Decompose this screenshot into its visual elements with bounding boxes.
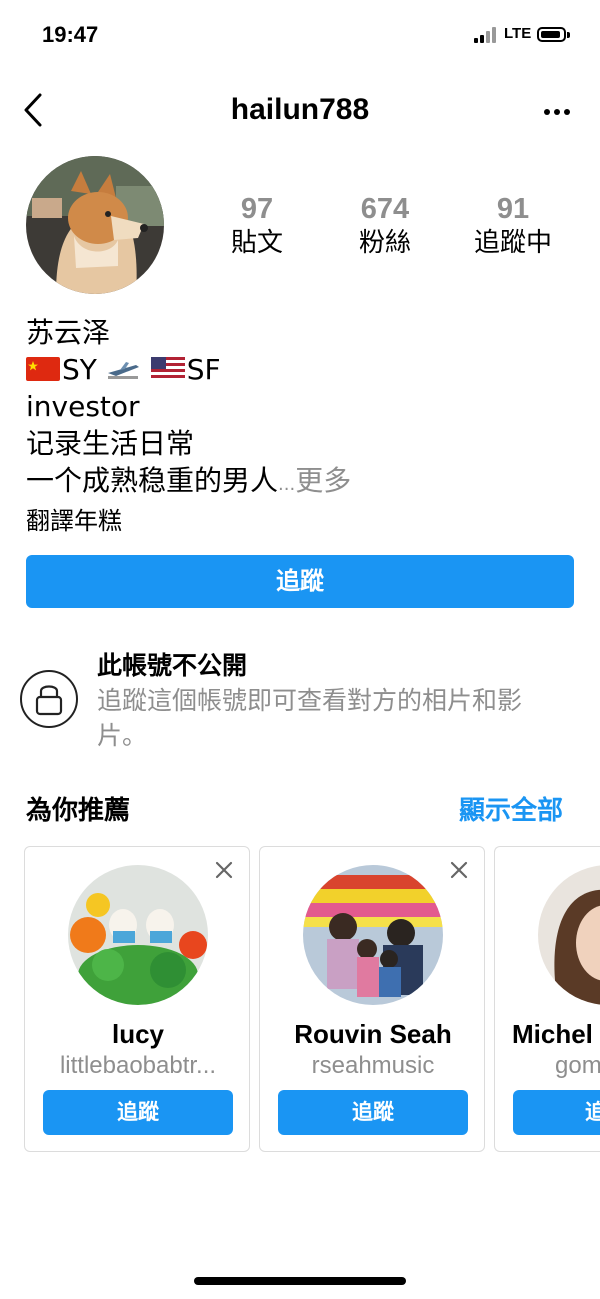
display-name: 苏云泽 xyxy=(26,316,111,349)
suggestion-handle: gom xyxy=(555,1052,600,1079)
usa-flag-icon xyxy=(150,357,185,381)
back-button[interactable] xyxy=(20,90,50,130)
page-title: hailun788 xyxy=(230,93,370,126)
suggestions-title: 為你推薦 xyxy=(26,796,131,826)
home-indicator[interactable] xyxy=(194,1277,406,1285)
bio-ellipsis: ... xyxy=(278,474,296,495)
bio-line-1: 记录生活日常 xyxy=(26,427,195,460)
dismiss-button[interactable] xyxy=(448,859,470,881)
suggestion-handle: littlebaobabtr... xyxy=(59,1052,217,1079)
back-chevron-icon xyxy=(24,93,42,127)
suggestion-name: lucy xyxy=(111,1019,165,1049)
suggestion-avatar xyxy=(68,865,208,1005)
translate-link[interactable]: 翻譯年糕 xyxy=(26,503,586,540)
close-icon xyxy=(450,861,468,879)
battery-icon xyxy=(537,27,566,42)
suggestion-avatar xyxy=(538,865,600,1005)
suggestion-card[interactable]: Michel gom 追 xyxy=(494,846,600,1152)
route-to: SF xyxy=(186,353,221,386)
status-time: 19:47 xyxy=(42,22,99,47)
posts-count: 97 xyxy=(240,193,274,225)
suggestion-avatar xyxy=(303,865,443,1005)
status-bar: 19:47 LTE xyxy=(0,0,600,70)
route-from: SY xyxy=(62,353,97,386)
following-stat[interactable]: 91 追蹤中 xyxy=(458,192,568,260)
bio-line-2-text: 一个成熟稳重的男人 xyxy=(26,464,279,497)
bio-more-link[interactable]: 更多 xyxy=(295,464,351,497)
suggestion-follow-button[interactable]: 追蹤 xyxy=(43,1090,233,1135)
suggestion-name: Michel xyxy=(512,1019,593,1049)
private-description: 追蹤這個帳號即可查看對方的相片和影片。 xyxy=(97,686,523,750)
suggestion-name: Rouvin Seah xyxy=(294,1019,452,1049)
suggestion-follow-button[interactable]: 追蹤 xyxy=(278,1090,468,1135)
posts-label: 貼文 xyxy=(230,228,283,258)
following-count: 91 xyxy=(496,193,530,225)
battery-tip xyxy=(567,32,570,38)
suggestion-follow-button[interactable]: 追 xyxy=(513,1090,600,1135)
profile-avatar[interactable] xyxy=(26,156,164,294)
close-icon xyxy=(215,861,233,879)
follow-button[interactable]: 追蹤 xyxy=(26,555,574,608)
china-flag-icon xyxy=(26,357,60,381)
lock-icon xyxy=(35,685,63,716)
followers-count: 674 xyxy=(360,193,410,225)
suggestion-handle: rseahmusic xyxy=(311,1052,435,1079)
bio-line-2: 一个成熟稳重的男人...更多 xyxy=(26,462,586,503)
signal-icon xyxy=(474,27,500,43)
airplane-icon xyxy=(107,362,139,379)
posts-stat[interactable]: 97 貼文 xyxy=(202,192,312,260)
suggestion-card[interactable]: Rouvin Seah rseahmusic 追蹤 xyxy=(259,846,485,1152)
see-all-link[interactable]: 顯示全部 xyxy=(459,790,563,827)
private-title: 此帳號不公開 xyxy=(97,651,248,680)
following-label: 追蹤中 xyxy=(473,228,552,258)
private-lock-badge xyxy=(20,670,78,728)
profile-bio: 苏云泽 SY SF investor 记录生活日常 一个成熟稳重的男人...更多… xyxy=(26,314,586,540)
network-type: LTE xyxy=(504,25,532,42)
dismiss-button[interactable] xyxy=(213,859,235,881)
more-options-icon xyxy=(544,109,570,115)
more-options-button[interactable] xyxy=(540,95,574,125)
followers-label: 粉絲 xyxy=(358,228,411,258)
bio-route-line: SY SF xyxy=(26,351,586,388)
suggestion-card[interactable]: lucy littlebaobabtr... 追蹤 xyxy=(24,846,250,1152)
bio-occupation: investor xyxy=(26,390,140,423)
followers-stat[interactable]: 674 粉絲 xyxy=(330,192,440,260)
